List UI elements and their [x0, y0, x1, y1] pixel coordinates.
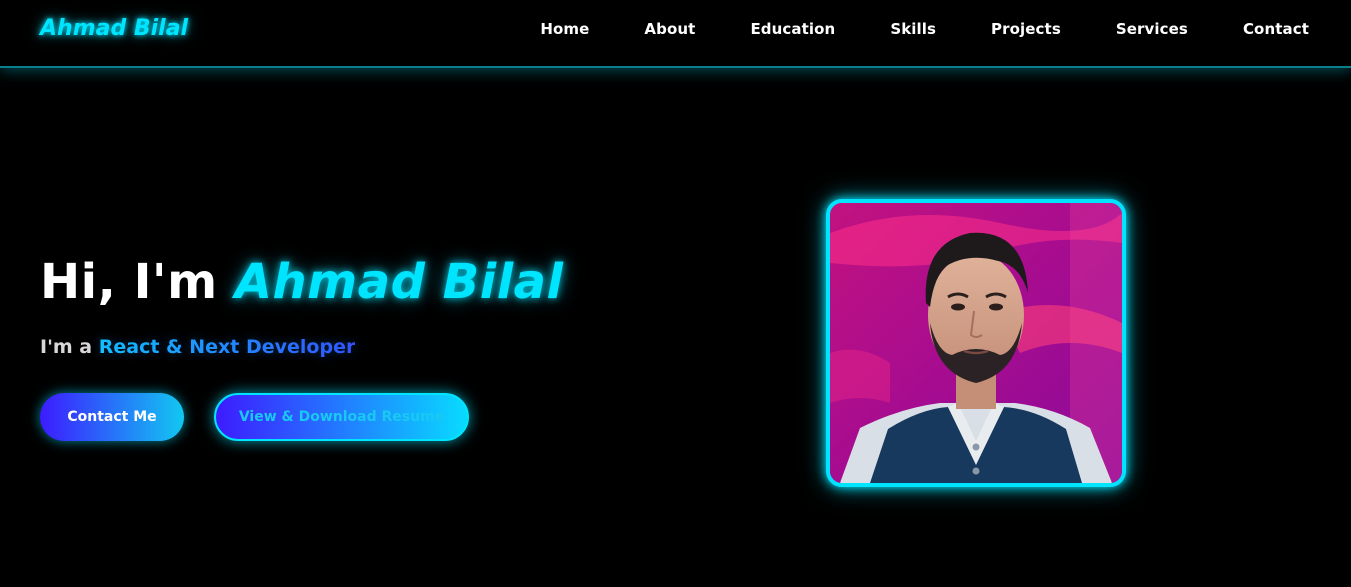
nav-skills[interactable]: Skills: [890, 20, 936, 38]
nav-about[interactable]: About: [644, 20, 695, 38]
nav-projects[interactable]: Projects: [991, 20, 1061, 38]
profile-photo-illustration: [830, 203, 1122, 483]
profile-photo: [826, 199, 1126, 487]
brand-logo[interactable]: Ahmad Bilal: [40, 16, 188, 41]
nav-contact[interactable]: Contact: [1243, 20, 1309, 38]
contact-me-button[interactable]: Contact Me: [40, 393, 184, 441]
nav-education[interactable]: Education: [750, 20, 835, 38]
resume-button[interactable]: View & Download Resume: [214, 393, 469, 441]
top-navbar: Ahmad Bilal Home About Education Skills …: [0, 0, 1351, 68]
nav-home[interactable]: Home: [540, 20, 589, 38]
hero-greeting: Hi, I'm: [40, 254, 235, 310]
hero-name: Ahmad Bilal: [234, 254, 564, 310]
hero-role: React & Next Developer: [98, 336, 356, 358]
nav-services[interactable]: Services: [1116, 20, 1188, 38]
hero-subtitle-prefix: I'm a: [40, 336, 99, 358]
nav-links: Home About Education Skills Projects Ser…: [485, 20, 1309, 38]
hero-title: Hi, I'm Ahmad Bilal: [40, 250, 564, 314]
hero-section: Hi, I'm Ahmad Bilal: [40, 250, 564, 314]
hero-subtitle: I'm a React & Next Developer: [40, 336, 355, 358]
